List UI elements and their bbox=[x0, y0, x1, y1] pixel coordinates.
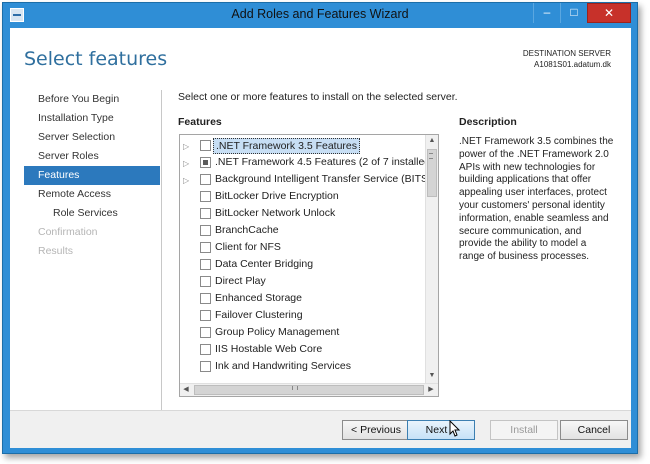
nav-item-features[interactable]: Features bbox=[24, 166, 160, 185]
feature-label: Background Intelligent Transfer Service … bbox=[215, 173, 432, 185]
feature-label: Data Center Bridging bbox=[215, 258, 314, 270]
scroll-right-icon[interactable]: ▶ bbox=[425, 384, 437, 396]
horizontal-scroll-thumb[interactable] bbox=[194, 385, 424, 395]
feature-label: BitLocker Network Unlock bbox=[215, 207, 336, 219]
feature-row[interactable]: ▷ Background Intelligent Transfer Servic… bbox=[180, 171, 432, 189]
feature-row[interactable]: ▷ .NET Framework 3.5 Features bbox=[180, 137, 426, 154]
feature-row[interactable]: Data Center Bridging bbox=[180, 256, 426, 273]
feature-checkbox[interactable] bbox=[200, 225, 211, 236]
features-tree[interactable]: ▷ .NET Framework 3.5 Features ▷ .NET Fra… bbox=[179, 134, 439, 397]
wizard-footer: < Previous Next > Install Cancel bbox=[10, 410, 631, 448]
feature-row[interactable]: Enhanced Storage bbox=[180, 290, 426, 307]
feature-label: Client for NFS bbox=[215, 241, 281, 253]
minimize-button[interactable]: – bbox=[533, 3, 560, 23]
mouse-pointer-icon bbox=[449, 420, 461, 437]
feature-checkbox[interactable] bbox=[200, 140, 211, 151]
feature-checkbox[interactable] bbox=[200, 242, 211, 253]
feature-checkbox[interactable] bbox=[200, 293, 211, 304]
grip-icon bbox=[292, 386, 298, 390]
feature-checkbox[interactable] bbox=[200, 327, 211, 338]
nav-item-server-selection[interactable]: Server Selection bbox=[24, 128, 160, 147]
nav-item-installation-type[interactable]: Installation Type bbox=[24, 109, 160, 128]
expander-icon[interactable]: ▷ bbox=[183, 172, 189, 189]
nav-item-before-you-begin[interactable]: Before You Begin bbox=[24, 90, 160, 109]
title-bar[interactable]: Add Roles and Features Wizard – □ ✕ bbox=[3, 3, 637, 27]
feature-checkbox[interactable] bbox=[200, 174, 211, 185]
feature-checkbox[interactable] bbox=[200, 191, 211, 202]
scroll-up-icon[interactable]: ▲ bbox=[426, 135, 438, 147]
feature-row[interactable]: Ink and Handwriting Services bbox=[180, 358, 426, 375]
destination-server: DESTINATION SERVER A1081S01.adatum.dk bbox=[523, 48, 611, 70]
close-button[interactable]: ✕ bbox=[587, 3, 631, 23]
destination-value: A1081S01.adatum.dk bbox=[534, 60, 611, 69]
wizard-nav: Before You Begin Installation Type Serve… bbox=[24, 90, 160, 261]
feature-row[interactable]: ▷ .NET Framework 4.5 Features (2 of 7 in… bbox=[180, 154, 434, 172]
previous-button[interactable]: < Previous bbox=[342, 420, 410, 440]
feature-checkbox[interactable] bbox=[200, 259, 211, 270]
feature-row[interactable]: Direct Play bbox=[180, 273, 426, 290]
feature-label: Failover Clustering bbox=[215, 309, 303, 321]
feature-label: BranchCache bbox=[215, 224, 279, 236]
wizard-client-area: Select features DESTINATION SERVER A1081… bbox=[10, 28, 631, 448]
feature-label: .NET Framework 4.5 Features (2 of 7 inst… bbox=[215, 156, 434, 168]
feature-label: Ink and Handwriting Services bbox=[215, 360, 351, 372]
features-heading: Features bbox=[178, 116, 222, 128]
page-title: Select features bbox=[24, 48, 168, 70]
feature-checkbox[interactable] bbox=[200, 208, 211, 219]
feature-label: Direct Play bbox=[215, 275, 266, 287]
feature-row[interactable]: BranchCache bbox=[180, 222, 426, 239]
feature-label: Enhanced Storage bbox=[215, 292, 302, 304]
description-text: .NET Framework 3.5 combines the power of… bbox=[459, 136, 614, 263]
feature-checkbox[interactable] bbox=[200, 276, 211, 287]
destination-label: DESTINATION SERVER bbox=[522, 49, 611, 58]
nav-item-remote-access[interactable]: Remote Access bbox=[24, 185, 160, 204]
grip-icon bbox=[429, 153, 433, 159]
feature-row[interactable]: IIS Hostable Web Core bbox=[180, 341, 426, 358]
next-button[interactable]: Next > bbox=[407, 420, 475, 440]
vertical-scrollbar[interactable]: ▲ ▼ bbox=[425, 135, 438, 383]
feature-checkbox[interactable] bbox=[200, 310, 211, 321]
maximize-button[interactable]: □ bbox=[560, 3, 587, 23]
description-heading: Description bbox=[459, 116, 517, 128]
feature-label: BitLocker Drive Encryption bbox=[215, 190, 339, 202]
instructions-text: Select one or more features to install o… bbox=[178, 91, 458, 103]
feature-row[interactable]: Client for NFS bbox=[180, 239, 426, 256]
feature-checkbox[interactable] bbox=[200, 361, 211, 372]
feature-checkbox[interactable] bbox=[200, 157, 211, 168]
expander-icon[interactable]: ▷ bbox=[183, 155, 189, 172]
wizard-window: Add Roles and Features Wizard – □ ✕ Sele… bbox=[2, 2, 638, 454]
feature-row[interactable]: BitLocker Drive Encryption bbox=[180, 188, 426, 205]
feature-row[interactable]: Group Policy Management bbox=[180, 324, 426, 341]
feature-checkbox[interactable] bbox=[200, 344, 211, 355]
horizontal-scrollbar[interactable]: ◀ ▶ bbox=[180, 383, 438, 396]
nav-divider bbox=[161, 90, 162, 410]
nav-item-role-services[interactable]: Role Services bbox=[24, 204, 160, 223]
nav-item-server-roles[interactable]: Server Roles bbox=[24, 147, 160, 166]
scroll-down-icon[interactable]: ▼ bbox=[426, 370, 438, 382]
nav-item-confirmation: Confirmation bbox=[38, 226, 98, 238]
nav-item-results: Results bbox=[38, 245, 74, 257]
window-controls: – □ ✕ bbox=[533, 3, 631, 23]
feature-row[interactable]: Failover Clustering bbox=[180, 307, 426, 324]
scroll-left-icon[interactable]: ◀ bbox=[180, 384, 192, 396]
feature-label: .NET Framework 3.5 Features bbox=[213, 138, 361, 154]
feature-label: Group Policy Management bbox=[215, 326, 340, 338]
cancel-button[interactable]: Cancel bbox=[560, 420, 628, 440]
feature-label: IIS Hostable Web Core bbox=[215, 343, 323, 355]
expander-icon[interactable]: ▷ bbox=[183, 138, 189, 155]
feature-row[interactable]: BitLocker Network Unlock bbox=[180, 205, 426, 222]
install-button: Install bbox=[490, 420, 558, 440]
